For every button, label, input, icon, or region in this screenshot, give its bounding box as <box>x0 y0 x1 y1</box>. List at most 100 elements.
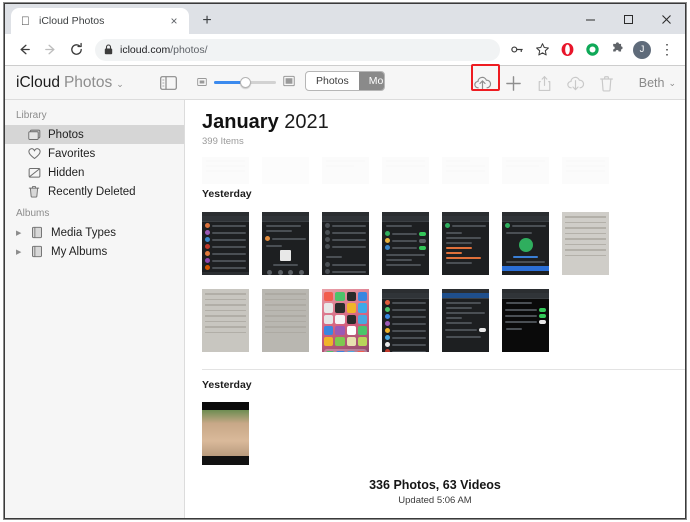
chevron-right-icon[interactable]: ▶ <box>16 229 27 237</box>
window-controls <box>571 4 685 34</box>
small-thumbnails-icon[interactable] <box>197 74 207 92</box>
album-icon <box>30 226 44 240</box>
sidebar-item-recently-deleted[interactable]: Recently Deleted <box>5 182 184 201</box>
tab-title: iCloud Photos <box>39 15 105 27</box>
browser-toolbar: icloud.com/photos/ J ⋮ <box>5 34 685 66</box>
new-tab-button[interactable]: + <box>197 11 217 31</box>
app-brand[interactable]: iCloud Photos ⌄ <box>5 74 157 92</box>
opera-extension-icon[interactable] <box>555 38 579 62</box>
sidebar-item-label: Hidden <box>48 166 85 179</box>
photo-thumbnail[interactable] <box>202 212 249 275</box>
puzzle-extension-icon[interactable] <box>605 38 629 62</box>
url-text: icloud.com/photos/ <box>120 43 208 56</box>
maximize-button[interactable] <box>609 4 647 34</box>
thumbnail-row <box>185 402 685 465</box>
tab-photos[interactable]: Photos <box>306 72 359 90</box>
sidebar-item-label: Photos <box>48 128 84 141</box>
album-icon <box>30 245 44 259</box>
photo-thumbnail[interactable] <box>502 289 549 352</box>
sidebar-item-label: My Albums <box>51 245 108 258</box>
thumbnail-row <box>185 212 685 275</box>
sidebar-group-albums: Albums <box>16 208 50 219</box>
thumbnail <box>322 157 369 184</box>
browser-window:  iCloud Photos × + <box>4 3 686 519</box>
minimize-button[interactable] <box>571 4 609 34</box>
thumbnail <box>502 157 549 184</box>
browser-tab[interactable]:  iCloud Photos × <box>11 8 189 34</box>
photo-thumbnail[interactable] <box>202 402 249 465</box>
tab-moments[interactable]: Moments <box>358 72 384 90</box>
hidden-icon <box>27 166 41 180</box>
chevron-down-icon: ⌄ <box>668 77 676 88</box>
photo-thumbnail[interactable] <box>382 212 429 275</box>
back-button[interactable] <box>11 37 37 63</box>
month-name: January <box>202 111 279 133</box>
photo-thumbnail[interactable] <box>262 212 309 275</box>
toolbar-actions <box>467 66 622 100</box>
browser-menu-button[interactable]: ⋮ <box>655 38 679 62</box>
sidebar-toggle-icon[interactable] <box>157 73 179 93</box>
view-mode-segmented-control: Photos Moments <box>305 71 385 93</box>
photo-thumbnail[interactable] <box>382 289 429 352</box>
section-header: Yesterday <box>202 188 252 200</box>
account-name: Beth <box>638 76 665 90</box>
section-header: Yesterday <box>202 379 252 391</box>
app-body: Library Photos Favorites Hidden Recently… <box>5 100 685 518</box>
sidebar-item-label: Recently Deleted <box>48 185 136 198</box>
sidebar-item-media-types[interactable]: ▶ Media Types <box>5 223 184 242</box>
thumbnail <box>382 157 429 184</box>
password-key-icon[interactable] <box>505 38 529 62</box>
green-circle-extension-icon[interactable] <box>580 38 604 62</box>
photo-thumbnail[interactable] <box>262 289 309 352</box>
forward-button <box>37 37 63 63</box>
library-status: 336 Photos, 63 Videos Updated 5:06 AM <box>185 478 685 506</box>
photo-thumbnail[interactable] <box>322 212 369 275</box>
sidebar-item-label: Media Types <box>51 226 116 239</box>
upload-button[interactable] <box>467 70 498 96</box>
add-button[interactable] <box>498 70 529 96</box>
reload-button[interactable] <box>63 37 89 63</box>
thumbnail <box>442 157 489 184</box>
photo-thumbnail[interactable] <box>562 212 609 275</box>
chevron-right-icon[interactable]: ▶ <box>16 248 27 256</box>
icloud-photos-app: iCloud Photos ⌄ Photos Mo Beth ⌄ Library… <box>5 66 685 518</box>
content-header: January 2021 399 Items <box>185 100 685 153</box>
sidebar-item-favorites[interactable]: Favorites <box>5 144 184 163</box>
close-icon[interactable]: × <box>167 14 181 28</box>
thumbnail <box>202 157 249 184</box>
photo-thumbnail[interactable] <box>442 212 489 275</box>
scrolled-row-faded <box>185 157 685 184</box>
download-button <box>560 70 591 96</box>
zoom-slider-thumb[interactable] <box>240 77 251 88</box>
chevron-down-icon: ⌄ <box>116 78 124 89</box>
photo-thumbnail[interactable] <box>202 289 249 352</box>
delete-button <box>591 70 622 96</box>
sidebar-item-label: Favorites <box>48 147 96 160</box>
thumbnail-row <box>185 289 685 352</box>
sidebar: Library Photos Favorites Hidden Recently… <box>5 100 185 518</box>
account-menu[interactable]: Beth ⌄ <box>639 66 676 100</box>
photo-thumbnail[interactable] <box>322 289 369 352</box>
sidebar-item-my-albums[interactable]: ▶ My Albums <box>5 242 184 261</box>
zoom-slider-track[interactable] <box>214 77 276 88</box>
address-bar[interactable]: icloud.com/photos/ <box>95 38 500 61</box>
brand-app-label: Photos <box>63 73 113 91</box>
photo-scroll-area[interactable]: Yesterday Yesterday 336 Photos, 63 Video… <box>185 157 685 518</box>
profile-avatar[interactable]: J <box>630 38 654 62</box>
apple-icon:  <box>19 15 32 28</box>
bookmark-star-icon[interactable] <box>530 38 554 62</box>
large-thumbnails-icon[interactable] <box>283 74 295 92</box>
photo-video-count: 336 Photos, 63 Videos <box>369 478 501 492</box>
app-toolbar: iCloud Photos ⌄ Photos Mo Beth ⌄ <box>5 66 685 100</box>
photo-grid-content: January 2021 399 Items Yesterday Yesterd… <box>185 100 685 518</box>
close-button[interactable] <box>647 4 685 34</box>
thumbnail-zoom-slider[interactable] <box>197 74 295 92</box>
sidebar-group-library: Library <box>16 110 47 121</box>
sidebar-item-photos[interactable]: Photos <box>5 125 184 144</box>
updated-timestamp: Updated 5:06 AM <box>398 495 472 506</box>
sidebar-item-hidden[interactable]: Hidden <box>5 163 184 182</box>
item-count: 399 Items <box>202 136 244 147</box>
photo-thumbnail[interactable] <box>442 289 489 352</box>
browser-tab-strip:  iCloud Photos × + <box>5 4 685 34</box>
photo-thumbnail[interactable] <box>502 212 549 275</box>
